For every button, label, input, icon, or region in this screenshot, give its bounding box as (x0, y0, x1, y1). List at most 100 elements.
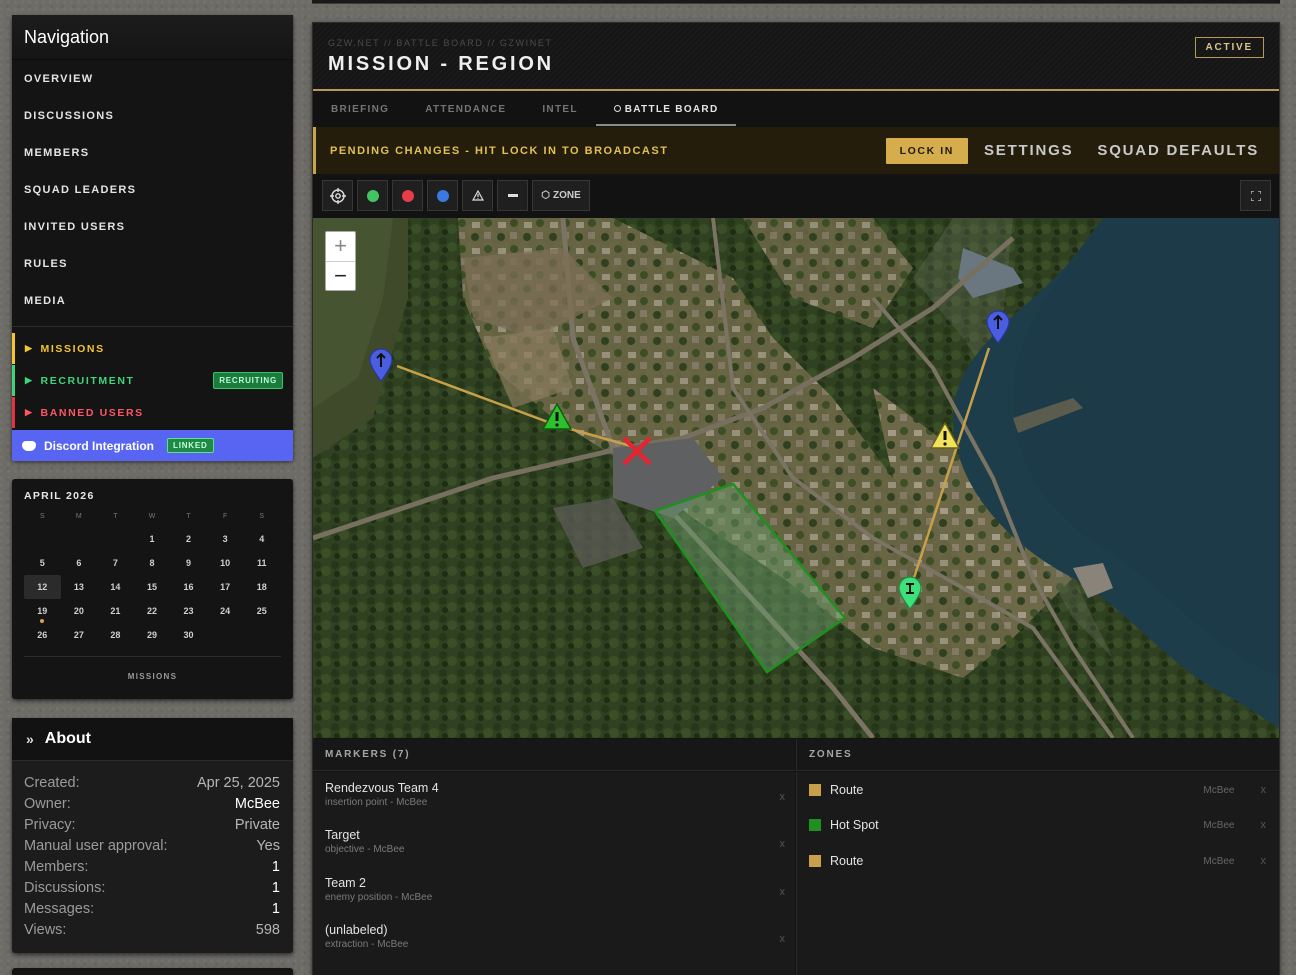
fullscreen-button[interactable] (1240, 180, 1271, 211)
calendar-weekday: T (113, 513, 118, 520)
about-label: Privacy: (24, 816, 76, 833)
calendar-day[interactable]: 9 (170, 551, 207, 575)
objective-x-marker-icon[interactable] (620, 434, 654, 468)
lock-in-button[interactable]: LOCK IN (885, 137, 968, 164)
remove-marker-button[interactable]: x (780, 838, 786, 850)
tab-attendance[interactable]: ATTENDANCE (407, 93, 524, 126)
about-value[interactable]: McBee (235, 796, 280, 812)
battle-map[interactable]: + − (313, 218, 1279, 738)
zoom-in-button[interactable]: + (326, 232, 355, 261)
remove-marker-button[interactable]: x (780, 886, 786, 898)
calendar-day[interactable]: 20 (61, 599, 98, 623)
calendar-day[interactable]: 24 (207, 599, 244, 623)
list-item[interactable]: (unlabeled) extraction - McBee x (325, 923, 785, 950)
nav-item-missions[interactable]: ▶ MISSIONS (12, 333, 293, 364)
about-title: About (44, 730, 91, 747)
calendar-day[interactable]: 27 (61, 623, 98, 647)
hexagon-icon: ⬡ (541, 190, 550, 201)
zone-owner: McBee (1203, 784, 1235, 796)
nav-item-members[interactable]: MEMBERS (12, 134, 293, 171)
calendar-day[interactable]: 19 (24, 599, 61, 623)
blue-dot-icon (436, 189, 449, 202)
line-tool-button[interactable] (497, 180, 528, 211)
calendar-day[interactable]: 11 (243, 551, 280, 575)
marker-name: Target (325, 828, 360, 842)
discord-icon (22, 440, 36, 451)
calendar-day[interactable]: 21 (97, 599, 134, 623)
yellow-warning-marker-icon[interactable] (930, 422, 960, 449)
nav-item-squad-leaders[interactable]: SQUAD LEADERS (12, 171, 293, 208)
remove-marker-button[interactable]: x (780, 933, 786, 945)
calendar-day[interactable]: 7 (97, 551, 134, 575)
nav-item-overview[interactable]: OVERVIEW (12, 60, 293, 97)
discord-integration-button[interactable]: Discord Integration LINKED (12, 430, 293, 461)
calendar-day[interactable]: 12 (24, 575, 61, 599)
calendar-weekday: S (39, 513, 45, 520)
nav-banned-label: BANNED USERS (40, 406, 144, 419)
calendar-day[interactable]: 10 (207, 551, 244, 575)
list-item[interactable]: Rendezvous Team 4 insertion point - McBe… (325, 781, 785, 808)
calendar-day[interactable]: 8 (134, 551, 171, 575)
nav-item-invited-users[interactable]: INVITED USERS (12, 208, 293, 245)
list-item[interactable]: Hot Spot McBee x (809, 816, 1269, 834)
about-header[interactable]: » About (12, 718, 293, 761)
calendar-day[interactable]: 17 (207, 575, 244, 599)
tab-briefing[interactable]: BRIEFING (313, 93, 407, 126)
nav-recruitment-label: RECRUITMENT (40, 374, 135, 387)
zone-color-swatch (809, 819, 821, 831)
green-map-pin-icon[interactable] (898, 576, 922, 610)
blue-map-pin-icon[interactable] (986, 310, 1010, 344)
calendar-day[interactable]: 26 (24, 623, 61, 647)
squad-defaults-button[interactable]: SQUAD DEFAULTS (1097, 142, 1259, 159)
calendar-day[interactable]: 2 (170, 527, 207, 551)
remove-zone-button[interactable]: x (1261, 819, 1267, 831)
list-item[interactable]: Route McBee x (809, 781, 1269, 799)
settings-button[interactable]: SETTINGS (984, 142, 1073, 159)
calendar-day[interactable]: 16 (170, 575, 207, 599)
blue-map-pin-icon[interactable] (369, 348, 393, 382)
status-badge: ACTIVE (1194, 37, 1264, 58)
tab-battle-board[interactable]: BATTLE BOARD (595, 93, 737, 126)
calendar-day[interactable]: 30 (170, 623, 207, 647)
calendar-day[interactable]: 4 (243, 527, 280, 551)
list-item[interactable]: Team 2 enemy position - McBee x (325, 876, 785, 903)
nav-item-recruitment[interactable]: ▶ RECRUITMENT RECRUITING (12, 365, 293, 396)
nav-item-media[interactable]: MEDIA (12, 282, 293, 319)
calendar-day[interactable]: 22 (134, 599, 171, 623)
line-icon (507, 194, 518, 197)
red-dot-icon (401, 189, 414, 202)
calendar-day[interactable]: 28 (97, 623, 134, 647)
zone-tool-button[interactable]: ⬡ ZONE (532, 180, 590, 211)
green-warning-marker-icon[interactable] (542, 403, 572, 430)
calendar-day[interactable]: 23 (170, 599, 207, 623)
nav-item-banned-users[interactable]: ▶ BANNED USERS (12, 397, 293, 428)
crosshair-tool-button[interactable] (322, 180, 353, 211)
red-marker-tool[interactable] (392, 180, 423, 211)
list-item[interactable]: Target objective - McBee x (325, 828, 785, 855)
warning-marker-tool[interactable] (462, 180, 493, 211)
calendar-missions-link[interactable]: MISSIONS (12, 672, 293, 681)
blue-marker-tool[interactable] (427, 180, 458, 211)
green-marker-tool[interactable] (357, 180, 388, 211)
remove-marker-button[interactable]: x (780, 791, 786, 803)
nav-missions-label: MISSIONS (40, 342, 105, 355)
calendar-day[interactable]: 14 (97, 575, 134, 599)
about-row: Owner: McBee (12, 793, 293, 814)
calendar-day[interactable]: 18 (243, 575, 280, 599)
calendar-day[interactable]: 1 (134, 527, 171, 551)
calendar-day[interactable]: 6 (61, 551, 98, 575)
nav-item-discussions[interactable]: DISCUSSIONS (12, 97, 293, 134)
list-item[interactable]: Route McBee x (809, 852, 1269, 870)
remove-zone-button[interactable]: x (1261, 855, 1267, 867)
calendar-day[interactable]: 29 (134, 623, 171, 647)
calendar-day[interactable]: 5 (24, 551, 61, 575)
zoom-out-button[interactable]: − (326, 261, 355, 290)
tab-intel[interactable]: INTEL (524, 93, 595, 126)
nav-item-rules[interactable]: RULES (12, 245, 293, 282)
top-panel-edge (312, 0, 1280, 4)
calendar-day[interactable]: 13 (61, 575, 98, 599)
remove-zone-button[interactable]: x (1261, 784, 1267, 796)
calendar-day[interactable]: 25 (243, 599, 280, 623)
calendar-day[interactable]: 15 (134, 575, 171, 599)
calendar-day[interactable]: 3 (207, 527, 244, 551)
